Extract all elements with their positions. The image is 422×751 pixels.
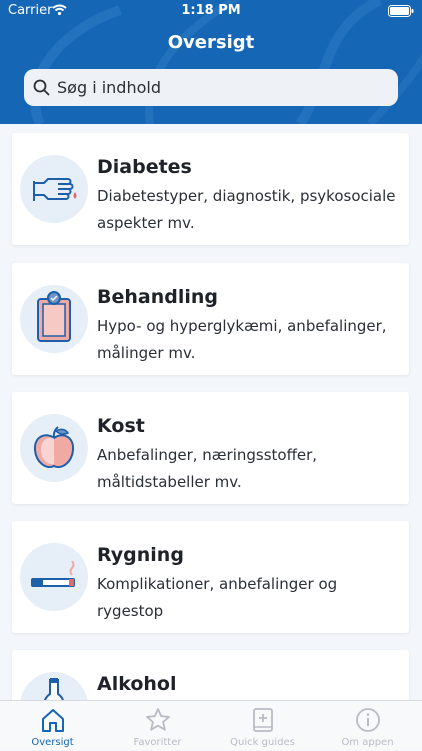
page-title: Oversigt bbox=[167, 32, 255, 53]
home-icon bbox=[42, 709, 64, 732]
header: Carrier 1:18 PM Oversigt bbox=[0, 0, 422, 124]
category-card-behandling[interactable]: Behandling Hypo- og hyperglykæmi, anbefa… bbox=[12, 263, 409, 375]
category-description: Diabetestyper, diagnostik, psykosociale … bbox=[97, 187, 396, 232]
category-card-rygning[interactable]: Rygning Komplikationer, anbefalinger og … bbox=[12, 521, 409, 633]
tab-om-appen[interactable]: Om appen bbox=[315, 701, 420, 751]
tab-label: Om appen bbox=[341, 737, 394, 748]
search-icon bbox=[33, 79, 50, 96]
tab-label: Quick guides bbox=[230, 737, 295, 748]
cigarette-icon bbox=[20, 543, 88, 611]
guide-book-icon bbox=[253, 708, 273, 732]
category-description: Hypo- og hyperglykæmi, anbefalinger, mål… bbox=[97, 317, 387, 362]
search-input[interactable] bbox=[57, 69, 387, 106]
category-list: Diabetes Diabetestyper, diagnostik, psyk… bbox=[0, 124, 422, 700]
tab-label: Favoritter bbox=[133, 737, 182, 748]
category-card-alkohol[interactable]: Alkohol bbox=[12, 650, 409, 700]
tab-bar: Oversigt Favoritter Quick guides Om appe… bbox=[0, 700, 422, 750]
bottle-icon bbox=[20, 672, 88, 700]
clipboard-icon bbox=[20, 285, 88, 353]
category-description: Komplikationer, anbefalinger og rygestop bbox=[97, 575, 338, 620]
category-title: Alkohol bbox=[97, 673, 177, 695]
category-title: Diabetes bbox=[97, 156, 192, 178]
status-time: 1:18 PM bbox=[181, 3, 241, 18]
tab-quick-guides[interactable]: Quick guides bbox=[210, 701, 315, 751]
battery-icon bbox=[388, 5, 414, 17]
apple-icon bbox=[20, 414, 88, 482]
info-icon bbox=[356, 708, 380, 732]
status-bar: Carrier 1:18 PM bbox=[0, 0, 422, 22]
search-bar[interactable] bbox=[24, 69, 398, 106]
category-title: Behandling bbox=[97, 286, 218, 308]
pointing-hand-icon bbox=[20, 155, 88, 223]
category-card-kost[interactable]: Kost Anbefalinger, næringsstoffer, målti… bbox=[12, 392, 409, 504]
star-icon bbox=[146, 708, 170, 731]
tab-favoritter[interactable]: Favoritter bbox=[105, 701, 210, 751]
tab-oversigt[interactable]: Oversigt bbox=[0, 701, 105, 751]
category-card-diabetes[interactable]: Diabetes Diabetestyper, diagnostik, psyk… bbox=[12, 133, 409, 245]
category-title: Kost bbox=[97, 415, 145, 437]
category-description: Anbefalinger, næringsstoffer, måltidstab… bbox=[97, 446, 318, 491]
category-title: Rygning bbox=[97, 544, 184, 566]
tab-label: Oversigt bbox=[31, 737, 74, 748]
